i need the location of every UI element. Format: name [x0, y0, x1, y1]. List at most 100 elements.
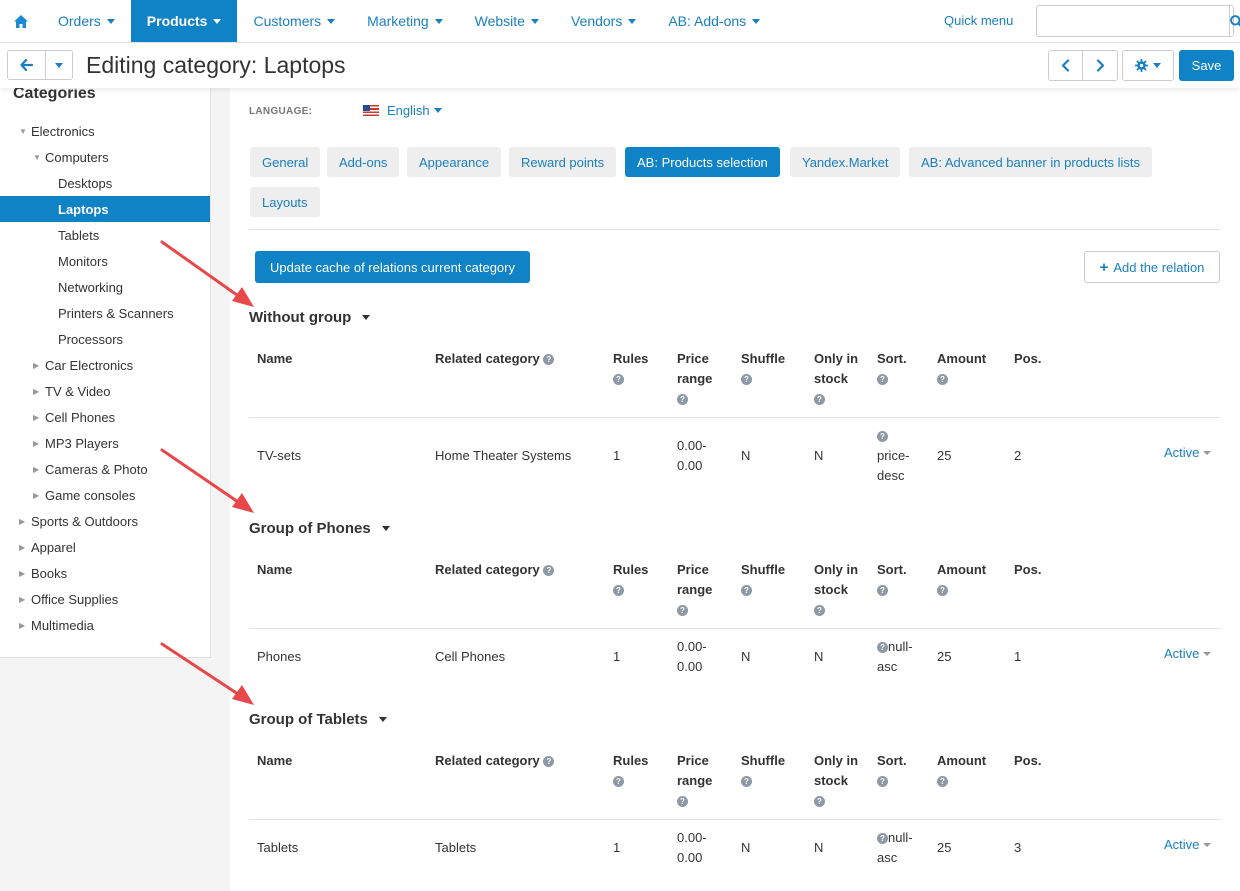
help-icon[interactable]: ?	[877, 642, 888, 654]
search-input[interactable]	[1037, 6, 1229, 36]
sidebar-item-electronics[interactable]: ▼ Electronics	[0, 118, 210, 144]
sidebar-item-game-consoles[interactable]: ▶ Game consoles	[0, 482, 210, 508]
tree-label: Cameras & Photo	[45, 461, 148, 477]
sidebar-item-networking[interactable]: Networking	[0, 274, 210, 300]
triangle-right-icon[interactable]: ▶	[19, 595, 31, 604]
help-icon[interactable]: ?	[543, 565, 555, 577]
nav-ab-addons[interactable]: AB: Add-ons	[652, 0, 776, 42]
help-icon[interactable]: ?	[877, 431, 888, 443]
tab-add-ons[interactable]: Add-ons	[327, 147, 400, 177]
tree-label: TV & Video	[45, 383, 111, 399]
nav-customers[interactable]: Customers	[237, 0, 351, 42]
help-icon[interactable]: ?	[814, 394, 825, 406]
cell-related-category: Home Theater Systems	[435, 448, 572, 463]
help-icon[interactable]: ?	[937, 374, 948, 386]
help-icon[interactable]: ?	[877, 776, 888, 788]
help-icon[interactable]: ?	[814, 796, 825, 808]
help-icon[interactable]: ?	[741, 374, 752, 386]
nav-marketing[interactable]: Marketing	[351, 0, 458, 42]
nav-vendors[interactable]: Vendors	[555, 0, 652, 42]
sidebar-item-cell-phones[interactable]: ▶ Cell Phones	[0, 404, 210, 430]
sidebar-item-processors[interactable]: Processors	[0, 326, 210, 352]
triangle-right-icon[interactable]: ▶	[19, 569, 31, 578]
status-dropdown[interactable]: Active	[1164, 837, 1212, 852]
quick-menu-link[interactable]: Quick menu	[944, 13, 1013, 28]
tab-ab-advanced-banner[interactable]: AB: Advanced banner in products lists	[909, 147, 1152, 177]
sidebar-item-tablets[interactable]: Tablets	[0, 222, 210, 248]
triangle-right-icon[interactable]: ▶	[33, 439, 45, 448]
home-icon[interactable]	[0, 0, 42, 42]
update-cache-button[interactable]: Update cache of relations current catego…	[255, 251, 530, 283]
nav-products[interactable]: Products	[130, 0, 238, 42]
help-icon[interactable]: ?	[677, 605, 688, 617]
triangle-right-icon[interactable]: ▶	[19, 517, 31, 526]
language-selector[interactable]: English	[363, 103, 442, 118]
nav-orders[interactable]: Orders	[42, 0, 131, 42]
nav-website[interactable]: Website	[459, 0, 555, 42]
sidebar-item-desktops[interactable]: Desktops	[0, 170, 210, 196]
group-title-tablets[interactable]: Group of Tablets	[249, 711, 387, 728]
help-icon[interactable]: ?	[613, 374, 624, 386]
help-icon[interactable]: ?	[613, 585, 624, 597]
back-button[interactable]	[8, 51, 46, 79]
tab-layouts[interactable]: Layouts	[250, 187, 320, 217]
help-icon[interactable]: ?	[677, 796, 688, 808]
help-icon[interactable]: ?	[741, 776, 752, 788]
chevron-down-icon[interactable]	[381, 526, 390, 531]
settings-button[interactable]	[1122, 50, 1174, 81]
help-icon[interactable]: ?	[814, 605, 825, 617]
triangle-down-icon[interactable]: ▼	[19, 127, 31, 136]
sidebar-item-monitors[interactable]: Monitors	[0, 248, 210, 274]
column-label: Rules	[613, 753, 649, 768]
help-icon[interactable]: ?	[937, 585, 948, 597]
chevron-down-icon[interactable]	[378, 717, 387, 722]
search-button[interactable]	[1229, 6, 1240, 36]
tab-general[interactable]: General	[250, 147, 321, 177]
help-icon[interactable]: ?	[877, 833, 888, 845]
sidebar-item-laptops[interactable]: Laptops	[0, 196, 210, 222]
group-title-phones[interactable]: Group of Phones	[249, 520, 390, 537]
tab-ab-products-selection[interactable]: AB: Products selection	[625, 147, 780, 177]
sidebar-item-mp3-players[interactable]: ▶ MP3 Players	[0, 430, 210, 456]
sidebar-item-apparel[interactable]: ▶ Apparel	[0, 534, 210, 560]
help-icon[interactable]: ?	[677, 394, 688, 406]
group-title-without-group[interactable]: Without group	[249, 309, 371, 326]
triangle-right-icon[interactable]: ▶	[19, 543, 31, 552]
previous-button[interactable]	[1049, 51, 1083, 80]
triangle-down-icon[interactable]: ▼	[33, 153, 45, 162]
triangle-right-icon[interactable]: ▶	[19, 621, 31, 630]
next-button[interactable]	[1083, 51, 1117, 80]
sidebar-item-cameras-photo[interactable]: ▶ Cameras & Photo	[0, 456, 210, 482]
column-header-name: Name	[257, 751, 292, 771]
sidebar-item-multimedia[interactable]: ▶ Multimedia	[0, 612, 210, 638]
status-dropdown[interactable]: Active	[1164, 445, 1212, 460]
triangle-right-icon[interactable]: ▶	[33, 413, 45, 422]
sidebar-item-car-electronics[interactable]: ▶ Car Electronics	[0, 352, 210, 378]
help-icon[interactable]: ?	[937, 776, 948, 788]
help-icon[interactable]: ?	[543, 354, 555, 366]
help-icon[interactable]: ?	[613, 776, 624, 788]
tab-yandex-market[interactable]: Yandex.Market	[790, 147, 901, 177]
triangle-right-icon[interactable]: ▶	[33, 361, 45, 370]
sidebar-item-sports-outdoors[interactable]: ▶ Sports & Outdoors	[0, 508, 210, 534]
help-icon[interactable]: ?	[741, 585, 752, 597]
tab-reward-points[interactable]: Reward points	[509, 147, 617, 177]
sidebar-item-computers[interactable]: ▼ Computers	[0, 144, 210, 170]
triangle-right-icon[interactable]: ▶	[33, 387, 45, 396]
sidebar-item-office-supplies[interactable]: ▶ Office Supplies	[0, 586, 210, 612]
chevron-down-icon[interactable]	[362, 315, 371, 320]
back-dropdown-button[interactable]	[46, 51, 72, 79]
triangle-right-icon[interactable]: ▶	[33, 465, 45, 474]
tab-appearance[interactable]: Appearance	[407, 147, 502, 177]
help-icon[interactable]: ?	[877, 585, 888, 597]
help-icon[interactable]: ?	[877, 374, 888, 386]
save-button[interactable]: Save	[1179, 50, 1234, 81]
chevron-down-icon	[628, 18, 637, 24]
status-dropdown[interactable]: Active	[1164, 646, 1212, 661]
add-relation-button[interactable]: + Add the relation	[1084, 251, 1220, 283]
sidebar-item-tv-video[interactable]: ▶ TV & Video	[0, 378, 210, 404]
sidebar-item-printers-scanners[interactable]: Printers & Scanners	[0, 300, 210, 326]
sidebar-item-books[interactable]: ▶ Books	[0, 560, 210, 586]
help-icon[interactable]: ?	[543, 756, 555, 768]
triangle-right-icon[interactable]: ▶	[33, 491, 45, 500]
